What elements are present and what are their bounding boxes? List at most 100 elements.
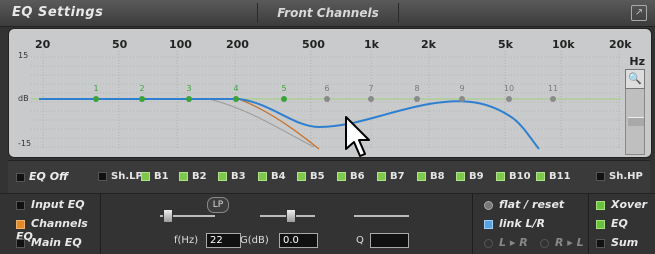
band-point-label: 1 xyxy=(93,84,98,93)
band-checkbox[interactable] xyxy=(417,171,426,181)
copy-r-to-l-led xyxy=(540,238,549,248)
band-point-label: 4 xyxy=(233,84,238,93)
band-checkbox[interactable] xyxy=(218,171,227,181)
flat-reset-label: flat / reset xyxy=(499,198,565,211)
sum-label: Sum xyxy=(611,236,639,249)
freq-label: 100 xyxy=(169,38,192,51)
band-checkbox[interactable] xyxy=(377,171,386,181)
mouse-pointer-icon xyxy=(344,115,370,163)
band-checkbox[interactable] xyxy=(536,171,545,181)
band-label: B7 xyxy=(390,171,405,182)
freq-value-field[interactable]: 22 xyxy=(206,233,241,248)
band-checkbox[interactable] xyxy=(297,171,306,181)
band-toggle-b3[interactable]: B3 xyxy=(218,171,246,182)
flat-reset-led xyxy=(484,200,493,210)
freq-label: 2k xyxy=(421,38,436,51)
band-toggle-b9[interactable]: B9 xyxy=(456,171,484,182)
band-checkbox[interactable] xyxy=(456,171,465,181)
band-point xyxy=(233,96,239,102)
freq-label: 50 xyxy=(112,38,128,51)
band-label: B8 xyxy=(430,171,445,182)
band-label: B3 xyxy=(231,171,246,182)
band-label: B5 xyxy=(310,171,325,182)
band-checkbox[interactable] xyxy=(179,171,188,181)
band-toggle-b2[interactable]: B2 xyxy=(179,171,207,182)
filter-section: LP f(Hz) 22 G(dB) 0.0 Q xyxy=(100,194,473,254)
band-toggle-b6[interactable]: B6 xyxy=(337,171,365,182)
q-slider-track[interactable] xyxy=(354,215,409,217)
band-checkbox[interactable] xyxy=(337,171,346,181)
q-value-field[interactable] xyxy=(370,233,409,248)
band-label: B2 xyxy=(192,171,207,182)
freq-label: 200 xyxy=(226,38,249,51)
band-toggle-b7[interactable]: B7 xyxy=(377,171,405,182)
zoom-scroll-thumb[interactable] xyxy=(628,117,644,126)
copy-l-to-r-led xyxy=(484,238,493,248)
gain-value-field[interactable]: 0.0 xyxy=(279,233,318,248)
eq-off-checkbox[interactable] xyxy=(16,172,25,182)
y-label-bottom: -15 xyxy=(18,139,32,148)
band-point xyxy=(550,96,556,102)
main-eq-option[interactable]: Main EQ xyxy=(16,236,82,249)
band-checkbox[interactable] xyxy=(496,171,505,181)
band-point-label: 6 xyxy=(324,84,329,93)
eq-off-label: EQ Off xyxy=(29,170,69,183)
band-point-label: 9 xyxy=(459,84,464,93)
band-point-label: 10 xyxy=(504,84,514,93)
eq-response-curve xyxy=(39,98,540,150)
y-label-top: 15 xyxy=(18,51,29,60)
band-point-label: 8 xyxy=(414,84,419,93)
band-checkbox[interactable] xyxy=(98,171,107,181)
band-toggle-b4[interactable]: B4 xyxy=(258,171,286,182)
q-label: Q xyxy=(356,235,364,246)
freq-label: 5k xyxy=(498,38,513,51)
band-checkbox[interactable] xyxy=(258,171,267,181)
control-panel: Input EQ Channels EQ Main EQ LP f(Hz) 22… xyxy=(0,193,655,254)
gain-slider-knob[interactable] xyxy=(286,209,296,223)
filter-type-badge[interactable]: LP xyxy=(207,197,229,213)
freq-label: 500 xyxy=(302,38,325,51)
module-section: Xover EQ Sum xyxy=(588,194,655,254)
eq-off-toggle[interactable]: EQ Off xyxy=(16,170,68,183)
band-label: Sh.HP xyxy=(609,171,643,182)
freq-label: 10k xyxy=(552,38,575,51)
xover-label: Xover xyxy=(611,198,648,211)
band-point xyxy=(93,96,99,102)
input-eq-option[interactable]: Input EQ xyxy=(16,198,85,211)
copy-l-to-r-button[interactable]: L ▸ R xyxy=(484,236,528,249)
eq-settings-window: EQ Settings Front Channels ↗ 1 2 3 4 5 6 7 8 9 10… xyxy=(0,0,655,254)
zoom-magnifier-icon[interactable]: 🔍 xyxy=(625,69,645,89)
band-point xyxy=(459,96,465,102)
flat-reset-button[interactable]: flat / reset xyxy=(484,198,564,211)
band-label: B6 xyxy=(350,171,365,182)
eq-toggle[interactable]: EQ xyxy=(596,217,628,230)
band-toggle-sh-lp[interactable]: Sh.LP xyxy=(98,171,143,182)
input-eq-label: Input EQ xyxy=(31,198,85,211)
band-checkbox[interactable] xyxy=(596,171,605,181)
y-label-mid: dB xyxy=(18,94,29,103)
copy-r-to-l-button[interactable]: R ▸ L xyxy=(540,236,584,249)
band-point xyxy=(506,96,512,102)
channel-selector[interactable]: Front Channels xyxy=(257,3,399,23)
gain-label: G(dB) xyxy=(240,235,269,246)
link-lr-toggle[interactable]: link L/R xyxy=(484,217,545,230)
band-label: B9 xyxy=(469,171,484,182)
title-bar: EQ Settings Front Channels ↗ xyxy=(0,0,655,27)
expand-icon[interactable]: ↗ xyxy=(631,5,647,21)
band-toggle-b1[interactable]: B1 xyxy=(141,171,169,182)
link-lr-label: link L/R xyxy=(499,217,546,230)
band-toggle-b8[interactable]: B8 xyxy=(417,171,445,182)
freq-slider-knob[interactable] xyxy=(163,209,173,223)
band-checkbox[interactable] xyxy=(141,171,150,181)
band-toggle-sh-hp[interactable]: Sh.HP xyxy=(596,171,643,182)
eq-graph[interactable]: 1 2 3 4 5 6 7 8 9 10 11 20 50 100 200 500 1k 2k 5k… xyxy=(8,28,652,158)
band-toggle-b11[interactable]: B11 xyxy=(536,171,571,182)
band-point-label: 5 xyxy=(281,84,286,93)
band-point xyxy=(281,96,287,102)
band-toggle-b10[interactable]: B10 xyxy=(496,171,531,182)
sum-toggle[interactable]: Sum xyxy=(596,236,638,249)
band-toggle-b5[interactable]: B5 xyxy=(297,171,325,182)
xover-toggle[interactable]: Xover xyxy=(596,198,647,211)
band-point xyxy=(186,96,192,102)
main-eq-led xyxy=(16,238,25,248)
